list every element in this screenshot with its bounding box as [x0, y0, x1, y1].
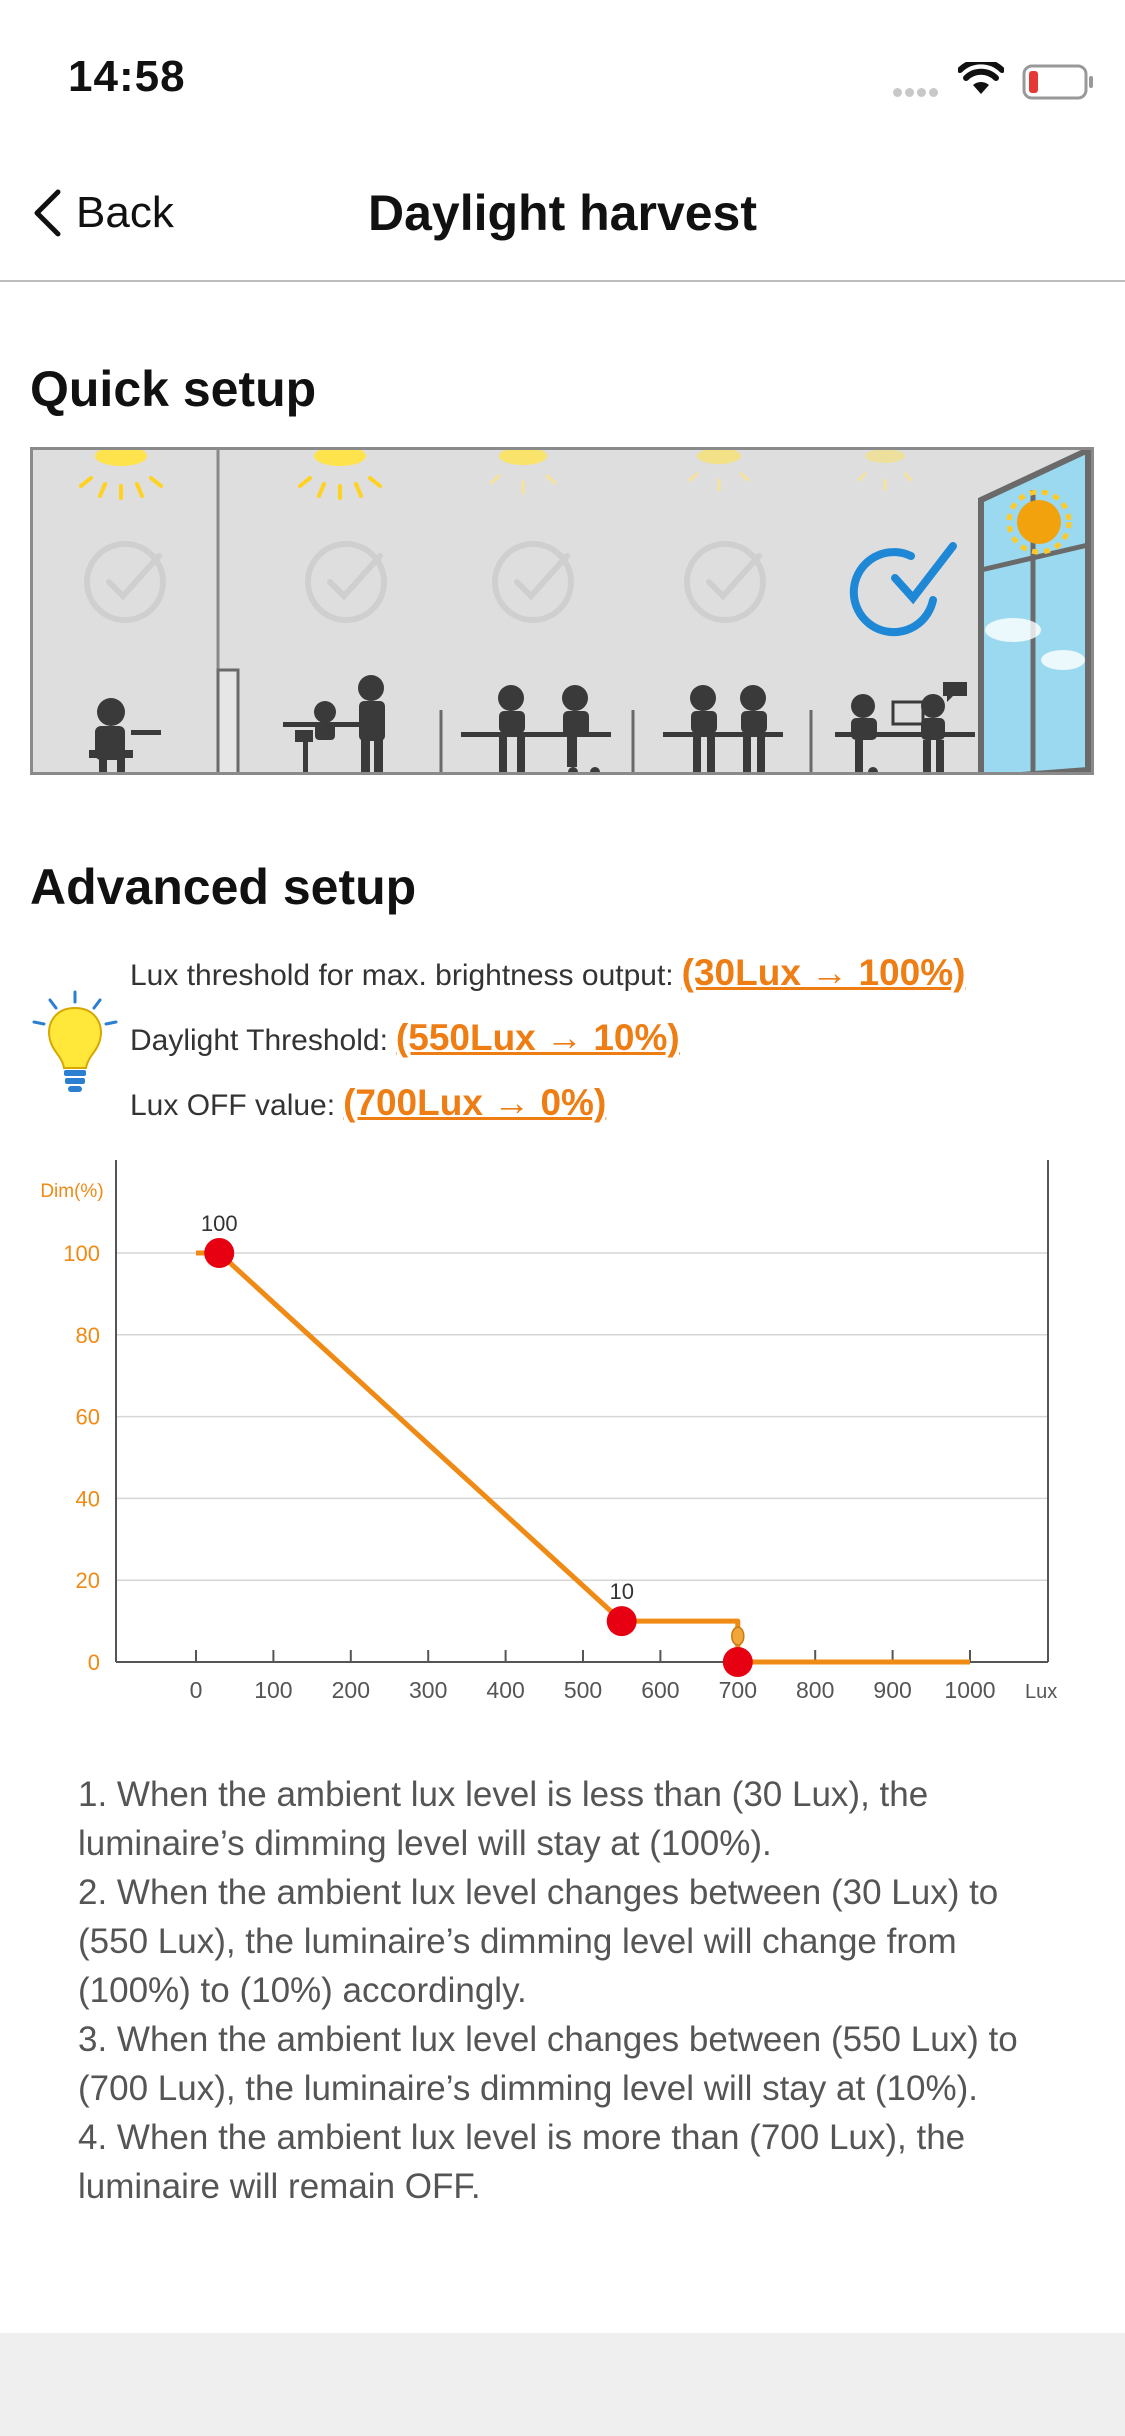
lux-max-row: Lux threshold for max. brightness output…: [130, 952, 965, 994]
lux-off-row: Lux OFF value: (700Lux → 0%): [130, 1082, 606, 1124]
navigation-bar: Back Daylight harvest: [0, 140, 1125, 282]
y-tick-label: 100: [63, 1241, 100, 1266]
window-icon: [978, 450, 1091, 772]
x-axis-unit: Lux: [1025, 1681, 1057, 1703]
note-1: 1. When the ambient lux level is less th…: [78, 1775, 929, 1863]
x-tick-label: 300: [409, 1677, 447, 1703]
quick-setup-title: Quick setup: [30, 361, 317, 417]
explanation-notes: 1. When the ambient lux level is less th…: [78, 1770, 1068, 2211]
note-2: 2. When the ambient lux level changes be…: [78, 1873, 999, 2010]
x-tick-label: 400: [486, 1677, 524, 1703]
control-point[interactable]: [722, 1647, 753, 1677]
x-tick-label: 1000: [944, 1677, 995, 1703]
bottom-bar: [0, 2333, 1125, 2436]
x-tick-label: 600: [641, 1677, 679, 1703]
x-tick-label: 200: [332, 1677, 370, 1703]
x-tick-label: 900: [873, 1677, 911, 1703]
x-tick-label: 800: [796, 1677, 834, 1703]
y-tick-label: 40: [76, 1486, 100, 1511]
signal-icon: [893, 84, 941, 102]
daylight-threshold-value-link[interactable]: (550Lux → 10%): [396, 1017, 680, 1058]
y-axis-title: Dim(%): [40, 1181, 103, 1202]
x-tick-label: 100: [254, 1677, 292, 1703]
quick-setup-scenes: [30, 447, 1094, 775]
lux-max-value-link[interactable]: (30Lux → 100%): [682, 952, 966, 993]
y-tick-label: 0: [88, 1650, 100, 1675]
battery-icon: [1022, 64, 1094, 105]
drop-marker: [731, 1626, 745, 1646]
dimming-chart: 0 20 40 60 80 100 Dim(%) 0 100 200 300 400 500 600 700…: [20, 1160, 1110, 1720]
selected-check-icon[interactable]: [849, 542, 957, 637]
dimming-curve: [196, 1250, 970, 1665]
advanced-setup-title: Advanced setup: [30, 859, 417, 915]
x-tick-label: 700: [719, 1677, 757, 1703]
point-label: 100: [201, 1211, 238, 1236]
light-bulb-icon: [30, 990, 120, 1105]
page-title: Daylight harvest: [367, 185, 757, 241]
control-point[interactable]: [606, 1606, 637, 1637]
point-label: 10: [609, 1579, 633, 1604]
y-tick-label: 20: [76, 1568, 100, 1593]
status-time: 14:58: [68, 52, 186, 101]
lux-off-value-link[interactable]: (700Lux → 0%): [343, 1082, 606, 1123]
lux-off-label: Lux OFF value:: [130, 1089, 336, 1122]
status-bar: 14:58: [0, 0, 1125, 140]
daylight-threshold-label: Daylight Threshold:: [130, 1024, 388, 1057]
y-tick-label: 80: [76, 1323, 100, 1348]
x-tick-label: 500: [564, 1677, 602, 1703]
x-tick-label: 0: [190, 1677, 203, 1703]
daylight-threshold-row: Daylight Threshold: (550Lux → 10%): [130, 1017, 680, 1059]
wifi-icon: [957, 58, 1005, 101]
note-4: 4. When the ambient lux level is more th…: [78, 2118, 966, 2206]
lux-max-label: Lux threshold for max. brightness output…: [130, 959, 674, 992]
unselected-check-icon: [84, 541, 766, 623]
control-point[interactable]: [204, 1238, 235, 1268]
note-3: 3. When the ambient lux level changes be…: [78, 2020, 1018, 2108]
y-tick-label: 60: [76, 1405, 100, 1430]
